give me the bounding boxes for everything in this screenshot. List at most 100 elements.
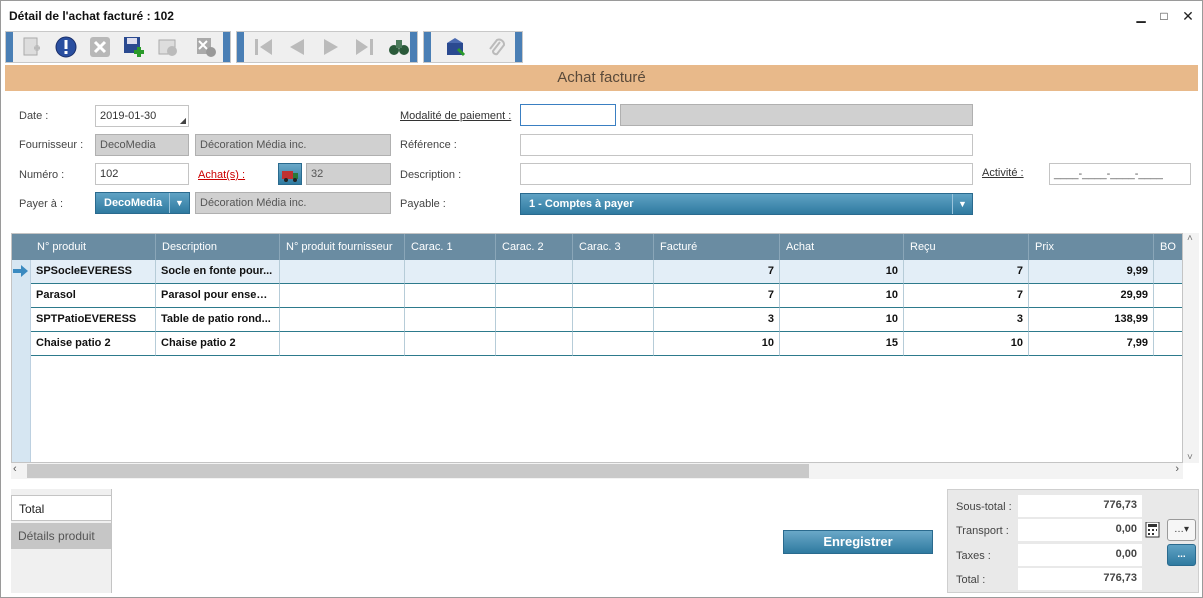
previous-record-button[interactable] bbox=[283, 34, 311, 60]
save-button[interactable]: Enregistrer bbox=[783, 530, 933, 554]
tab-total[interactable]: Total bbox=[11, 495, 111, 521]
attachment-button[interactable] bbox=[482, 34, 510, 60]
table-cell[interactable]: SPTPatioEVERESS bbox=[31, 308, 156, 332]
toolbar-grip[interactable] bbox=[6, 32, 13, 62]
table-cell[interactable]: 29,99 bbox=[1029, 284, 1154, 308]
table-cell[interactable]: 10 bbox=[780, 308, 904, 332]
scroll-down-icon[interactable]: ˅ bbox=[1187, 452, 1193, 463]
vertical-scrollbar[interactable]: ˄ ˅ bbox=[1183, 233, 1199, 463]
search-button[interactable] bbox=[385, 34, 413, 60]
table-cell[interactable] bbox=[405, 284, 496, 308]
table-cell[interactable] bbox=[280, 332, 405, 356]
table-cell[interactable] bbox=[405, 308, 496, 332]
table-cell[interactable] bbox=[573, 332, 654, 356]
table-cell[interactable]: 3 bbox=[904, 308, 1029, 332]
payable-dropdown[interactable]: 1 - Comptes à payer ▼ bbox=[520, 193, 973, 215]
achats-lookup-button[interactable] bbox=[278, 163, 302, 185]
table-cell[interactable] bbox=[573, 284, 654, 308]
table-cell[interactable] bbox=[1154, 284, 1182, 308]
description-input[interactable] bbox=[520, 163, 973, 185]
next-record-button[interactable] bbox=[317, 34, 345, 60]
horizontal-scrollbar[interactable]: ‹ › bbox=[11, 463, 1183, 479]
table-cell[interactable] bbox=[405, 332, 496, 356]
toolbar-grip[interactable] bbox=[424, 32, 431, 62]
column-header-produit-fournisseur[interactable]: N° produit fournisseur bbox=[280, 234, 405, 260]
new-document-button[interactable] bbox=[18, 34, 46, 60]
column-header-prix[interactable]: Prix bbox=[1029, 234, 1154, 260]
modalite-link[interactable]: Modalité de paiement : bbox=[400, 110, 511, 122]
column-header-carac2[interactable]: Carac. 2 bbox=[496, 234, 573, 260]
toolbar-group-end[interactable] bbox=[223, 32, 230, 62]
table-cell[interactable]: Chaise patio 2 bbox=[31, 332, 156, 356]
table-cell[interactable]: Parasol pour ensem... bbox=[156, 284, 280, 308]
warning-button[interactable] bbox=[52, 34, 80, 60]
table-cell[interactable]: Chaise patio 2 bbox=[156, 332, 280, 356]
table-cell[interactable]: 7 bbox=[904, 284, 1029, 308]
scroll-left-icon[interactable]: ‹ bbox=[13, 463, 17, 475]
table-cell[interactable] bbox=[496, 284, 573, 308]
column-header-bo[interactable]: BO bbox=[1154, 234, 1182, 260]
toolbar-grip[interactable] bbox=[237, 32, 244, 62]
table-cell[interactable]: 10 bbox=[780, 284, 904, 308]
table-cell[interactable]: 10 bbox=[904, 332, 1029, 356]
table-cell[interactable]: Socle en fonte pour... bbox=[156, 260, 280, 284]
save-add-button[interactable] bbox=[120, 34, 148, 60]
column-header-facture[interactable]: Facturé bbox=[654, 234, 780, 260]
table-cell[interactable] bbox=[280, 284, 405, 308]
table-cell[interactable] bbox=[1154, 308, 1182, 332]
numero-input[interactable]: 102 bbox=[95, 163, 189, 185]
maximize-button[interactable]: □ bbox=[1154, 7, 1174, 25]
column-header-recu[interactable]: Reçu bbox=[904, 234, 1029, 260]
table-cell[interactable]: 7 bbox=[654, 284, 780, 308]
toolbar-group-end[interactable] bbox=[515, 32, 522, 62]
scroll-up-icon[interactable]: ˄ bbox=[1187, 233, 1193, 244]
first-record-button[interactable] bbox=[249, 34, 277, 60]
table-cell[interactable]: 10 bbox=[780, 260, 904, 284]
table-cell[interactable]: 9,99 bbox=[1029, 260, 1154, 284]
table-cell[interactable]: 15 bbox=[780, 332, 904, 356]
toolbar-group-end[interactable] bbox=[410, 32, 417, 62]
transport-input[interactable]: 0,00 bbox=[1018, 519, 1142, 541]
table-cell[interactable] bbox=[496, 260, 573, 284]
column-header-description[interactable]: Description bbox=[156, 234, 280, 260]
tab-details-produit[interactable]: Détails produit bbox=[11, 523, 111, 549]
table-cell[interactable] bbox=[280, 308, 405, 332]
activite-link[interactable]: Activité : bbox=[982, 167, 1024, 179]
table-cell[interactable]: SPSocleEVERESS bbox=[31, 260, 156, 284]
table-cell[interactable]: 138,99 bbox=[1029, 308, 1154, 332]
table-cell[interactable]: 3 bbox=[654, 308, 780, 332]
table-cell[interactable] bbox=[1154, 260, 1182, 284]
transport-dropdown-button[interactable]: …▾ bbox=[1167, 519, 1196, 541]
cancel-document-button[interactable] bbox=[192, 34, 220, 60]
table-cell[interactable]: 7,99 bbox=[1029, 332, 1154, 356]
activite-input[interactable]: ____-____-____-____ bbox=[1049, 163, 1191, 185]
table-cell[interactable]: 10 bbox=[654, 332, 780, 356]
close-button[interactable]: ✕ bbox=[1178, 7, 1198, 25]
minimize-button[interactable]: ▁ bbox=[1131, 7, 1151, 25]
print-preview-button[interactable] bbox=[154, 34, 182, 60]
date-input[interactable]: 2019-01-30 ◢ bbox=[95, 105, 189, 127]
table-cell[interactable] bbox=[496, 332, 573, 356]
column-header-carac3[interactable]: Carac. 3 bbox=[573, 234, 654, 260]
table-cell[interactable] bbox=[280, 260, 405, 284]
last-record-button[interactable] bbox=[351, 34, 379, 60]
payer-dropdown[interactable]: DecoMedia ▼ bbox=[95, 192, 190, 214]
table-cell[interactable]: 7 bbox=[904, 260, 1029, 284]
table-cell[interactable] bbox=[405, 260, 496, 284]
table-cell[interactable]: Parasol bbox=[31, 284, 156, 308]
table-cell[interactable] bbox=[573, 260, 654, 284]
table-cell[interactable] bbox=[573, 308, 654, 332]
calculator-icon[interactable] bbox=[1145, 522, 1161, 538]
table-cell[interactable] bbox=[496, 308, 573, 332]
delete-button[interactable] bbox=[86, 34, 114, 60]
table-cell[interactable]: Table de patio rond... bbox=[156, 308, 280, 332]
horizontal-scroll-thumb[interactable] bbox=[27, 464, 809, 478]
modalite-input[interactable] bbox=[520, 104, 616, 126]
table-cell[interactable]: 7 bbox=[654, 260, 780, 284]
taxes-details-button[interactable]: ... bbox=[1167, 544, 1196, 566]
column-header-produit[interactable]: N° produit bbox=[31, 234, 156, 260]
achats-link[interactable]: Achat(s) : bbox=[198, 169, 245, 181]
scroll-right-icon[interactable]: › bbox=[1175, 463, 1179, 475]
export-button[interactable] bbox=[442, 34, 470, 60]
table-cell[interactable] bbox=[1154, 332, 1182, 356]
